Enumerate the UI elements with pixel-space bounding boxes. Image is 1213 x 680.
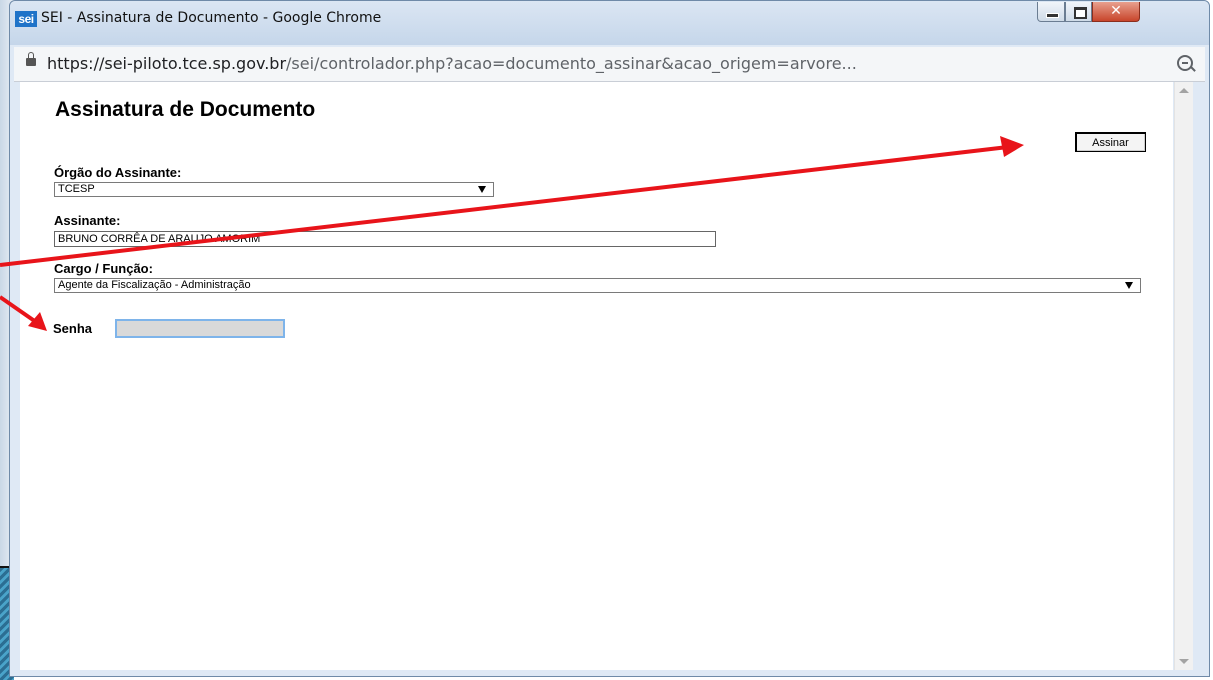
close-icon: ✕ (1110, 3, 1122, 19)
cargo-label: Cargo / Função: (54, 261, 153, 276)
title-bar[interactable]: sei SEI - Assinatura de Documento - Goog… (10, 1, 1209, 45)
zoom-out-icon[interactable] (1177, 55, 1193, 71)
address-bar[interactable]: https://sei-piloto.tce.sp.gov.br/sei/con… (14, 47, 1205, 82)
url-host: https://sei-piloto.tce.sp.gov.br (47, 54, 287, 73)
chevron-down-icon (478, 186, 486, 193)
senha-label: Senha (53, 321, 93, 336)
window-title: SEI - Assinatura de Documento - Google C… (41, 10, 382, 26)
maximize-icon (1074, 7, 1087, 19)
scroll-down-icon[interactable] (1179, 659, 1189, 664)
close-button[interactable]: ✕ (1092, 2, 1140, 22)
minimize-button[interactable] (1037, 2, 1065, 22)
page-title: Assinatura de Documento (55, 98, 316, 121)
senha-password-field[interactable] (115, 319, 285, 338)
url-text[interactable]: https://sei-piloto.tce.sp.gov.br/sei/con… (47, 54, 857, 73)
page-content: Assinatura de Documento Assinar Órgão do… (20, 82, 1173, 670)
orgao-select[interactable]: TCESP (54, 182, 494, 197)
orgao-selected-value: TCESP (58, 183, 95, 195)
assinante-field[interactable]: BRUNO CORRÊA DE ARAUJO AMORIM (54, 231, 716, 247)
assinante-label: Assinante: (54, 213, 121, 228)
scroll-up-icon[interactable] (1179, 88, 1189, 93)
chevron-down-icon (1125, 282, 1133, 289)
minimize-icon (1046, 13, 1059, 18)
sei-logo-icon: sei (15, 11, 37, 27)
orgao-label: Órgão do Assinante: (54, 165, 182, 180)
maximize-button[interactable] (1065, 2, 1092, 22)
vertical-scrollbar[interactable] (1174, 82, 1193, 670)
cargo-select[interactable]: Agente da Fiscalização - Administração (54, 278, 1141, 293)
cargo-selected-value: Agente da Fiscalização - Administração (58, 279, 251, 291)
url-path: /sei/controlador.php?acao=documento_assi… (286, 54, 857, 73)
lock-icon (26, 52, 36, 66)
assinar-button[interactable]: Assinar (1075, 132, 1146, 152)
zoom-minus (1182, 62, 1188, 64)
